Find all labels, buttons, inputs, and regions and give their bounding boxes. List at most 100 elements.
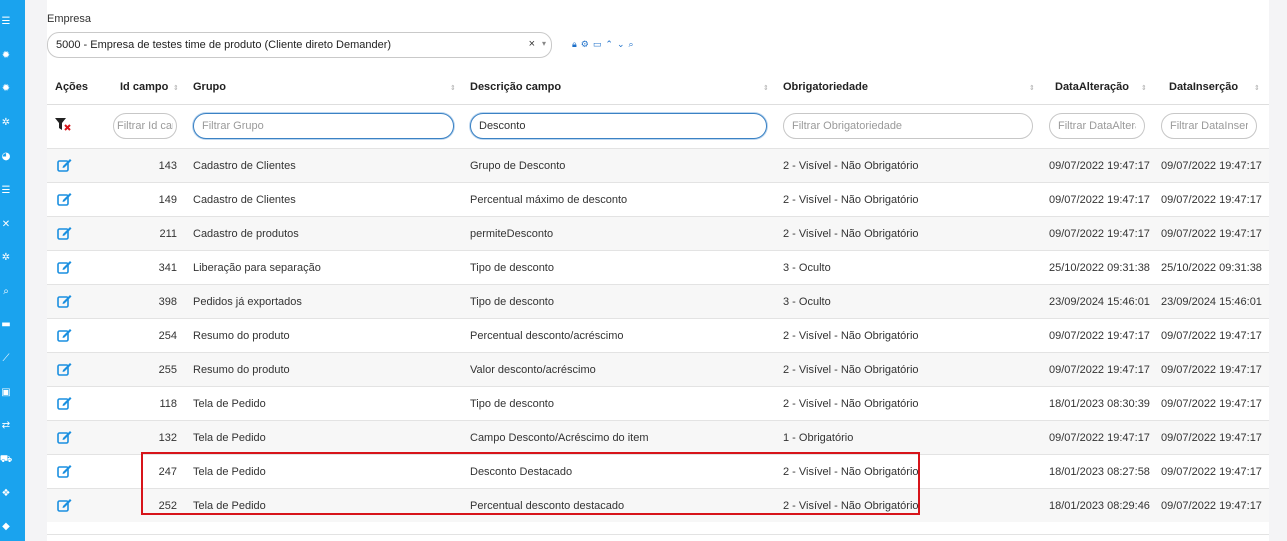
cell-data-alteracao: 09/07/2022 19:47:17 bbox=[1049, 228, 1150, 240]
empresa-select[interactable]: 5000 - Empresa de testes time de produto… bbox=[47, 32, 552, 58]
table-row: 398 Pedidos já exportados Tipo de desconto… bbox=[47, 284, 1269, 318]
header-grupo[interactable]: Grupo bbox=[193, 81, 226, 93]
cell-descricao: Campo Desconto/Acréscimo do item bbox=[470, 432, 649, 444]
edit-icon[interactable] bbox=[57, 396, 72, 410]
cell-grupo: Cadastro de produtos bbox=[193, 228, 299, 240]
gear-icon[interactable]: ✹ bbox=[0, 83, 12, 95]
filter-id-campo[interactable] bbox=[113, 113, 177, 139]
exchange-icon[interactable]: ⇄ bbox=[0, 420, 12, 432]
clear-filter-icon[interactable] bbox=[55, 118, 71, 132]
cell-data-alteracao: 18/01/2023 08:30:39 bbox=[1049, 398, 1150, 410]
comment-icon[interactable]: ▭ bbox=[593, 40, 602, 50]
gears-icon[interactable]: ✲ bbox=[0, 117, 12, 129]
gears-icon[interactable]: ✲ bbox=[0, 252, 12, 264]
cell-grupo: Cadastro de Clientes bbox=[193, 160, 296, 172]
lock-icon[interactable]: 🔒︎ bbox=[572, 40, 577, 50]
cell-id-campo: 118 bbox=[159, 398, 177, 410]
edit-icon[interactable] bbox=[57, 158, 72, 172]
search-icon[interactable]: ⌕ bbox=[0, 286, 12, 298]
cell-data-insercao: 09/07/2022 19:47:17 bbox=[1161, 194, 1262, 206]
table-row: 149 Cadastro de Clientes Percentual máximo… bbox=[47, 182, 1269, 216]
cell-id-campo: 247 bbox=[158, 466, 177, 478]
expand-icon[interactable]: ✕ bbox=[0, 219, 12, 231]
cell-data-insercao: 23/09/2024 15:46:01 bbox=[1161, 296, 1262, 308]
filter-data-alteracao[interactable] bbox=[1049, 113, 1145, 139]
header-descricao-campo[interactable]: Descrição campo bbox=[470, 81, 561, 93]
money-icon[interactable]: ▣ bbox=[0, 387, 12, 399]
cell-grupo: Resumo do produto bbox=[193, 364, 290, 376]
table-row: 254 Resumo do produto Percentual desconto/… bbox=[47, 318, 1269, 352]
chevron-down-icon[interactable]: ▾ bbox=[542, 39, 546, 48]
chevrons-up-icon[interactable]: ⌃ bbox=[605, 40, 613, 50]
chevrons-down-icon[interactable]: ⌄ bbox=[617, 40, 625, 50]
header-id-campo[interactable]: Id campo bbox=[120, 81, 168, 93]
cell-descricao: Valor desconto/acréscimo bbox=[470, 364, 596, 376]
list-icon[interactable]: ☰ bbox=[0, 16, 12, 28]
sort-icon[interactable]: ⇕ bbox=[1029, 84, 1035, 92]
sort-icon[interactable]: ⇕ bbox=[1141, 84, 1147, 92]
cell-id-campo: 255 bbox=[158, 364, 177, 376]
cell-id-campo: 254 bbox=[158, 330, 177, 342]
pie-chart-icon[interactable]: ◕ bbox=[0, 151, 12, 163]
cell-descricao: Tipo de desconto bbox=[470, 296, 554, 308]
cell-grupo: Cadastro de Clientes bbox=[193, 194, 296, 206]
sort-icon[interactable]: ⇕ bbox=[450, 84, 456, 92]
edit-icon[interactable] bbox=[57, 294, 72, 308]
cell-grupo: Tela de Pedido bbox=[193, 398, 266, 410]
cell-grupo: Pedidos já exportados bbox=[193, 296, 302, 308]
sort-icon[interactable]: ⇕ bbox=[1254, 84, 1260, 92]
table-row: 118 Tela de Pedido Tipo de desconto 2 - Vis… bbox=[47, 386, 1269, 420]
cell-data-insercao: 09/07/2022 19:47:17 bbox=[1161, 330, 1262, 342]
gear-icon[interactable]: ✹ bbox=[0, 50, 12, 62]
header-acoes: Ações bbox=[55, 81, 89, 93]
cell-data-alteracao: 18/01/2023 08:27:58 bbox=[1049, 466, 1150, 478]
cell-data-alteracao: 09/07/2022 19:47:17 bbox=[1049, 194, 1150, 206]
edit-icon[interactable] bbox=[57, 328, 72, 342]
search-icon[interactable]: ⌕ bbox=[628, 40, 633, 50]
edit-icon[interactable] bbox=[57, 362, 72, 376]
filter-data-insercao[interactable] bbox=[1161, 113, 1257, 139]
cell-grupo: Liberação para separação bbox=[193, 262, 321, 274]
header-data-insercao[interactable]: DataInserção bbox=[1169, 81, 1238, 93]
cart-icon[interactable]: ⛟ bbox=[0, 454, 12, 466]
edit-icon[interactable] bbox=[57, 260, 72, 274]
cell-descricao: Tipo de desconto bbox=[470, 398, 554, 410]
empresa-label: Empresa bbox=[47, 13, 92, 25]
gears-icon[interactable]: ⚙ bbox=[581, 40, 589, 50]
cell-id-campo: 132 bbox=[158, 432, 177, 444]
table-row: 143 Cadastro de Clientes Grupo de Desconto… bbox=[47, 148, 1269, 182]
table-row: 132 Tela de Pedido Campo Desconto/Acréscim… bbox=[47, 420, 1269, 454]
cell-descricao: Percentual desconto destacado bbox=[470, 500, 625, 512]
filter-obrigatoriedade[interactable] bbox=[783, 113, 1033, 139]
cell-obrigatoriedade: 2 - Visível - Não Obrigatório bbox=[783, 228, 919, 240]
filter-descricao[interactable] bbox=[470, 113, 767, 139]
cell-data-alteracao: 18/01/2023 08:29:46 bbox=[1049, 500, 1150, 512]
cell-obrigatoriedade: 2 - Visível - Não Obrigatório bbox=[783, 364, 919, 376]
edit-icon[interactable] bbox=[57, 226, 72, 240]
cell-data-insercao: 09/07/2022 19:47:17 bbox=[1161, 432, 1262, 444]
edit-icon[interactable] bbox=[57, 464, 72, 478]
diamond-icon[interactable]: ◆ bbox=[0, 521, 12, 533]
edit-icon[interactable] bbox=[57, 498, 72, 512]
edit-icon[interactable] bbox=[57, 192, 72, 206]
cell-obrigatoriedade: 2 - Visível - Não Obrigatório bbox=[783, 160, 919, 172]
cell-data-insercao: 09/07/2022 19:47:17 bbox=[1161, 500, 1262, 512]
table-bottom-border bbox=[47, 534, 1269, 535]
filter-grupo[interactable] bbox=[193, 113, 454, 139]
cell-data-alteracao: 09/07/2022 19:47:17 bbox=[1049, 160, 1150, 172]
sort-icon[interactable]: ⇕ bbox=[763, 84, 769, 92]
cell-data-insercao: 09/07/2022 19:47:17 bbox=[1161, 160, 1262, 172]
header-data-alteracao[interactable]: DataAlteração bbox=[1055, 81, 1129, 93]
header-obrigatoriedade[interactable]: Obrigatoriedade bbox=[783, 81, 868, 93]
line-chart-icon[interactable]: ⟋ bbox=[0, 353, 12, 365]
table-row: 247 Tela de Pedido Desconto Destacado 2 - V… bbox=[47, 454, 1269, 488]
edit-icon[interactable] bbox=[57, 430, 72, 444]
list-icon[interactable]: ☰ bbox=[0, 185, 12, 197]
clear-selection-icon[interactable]: × bbox=[529, 38, 535, 50]
sort-icon[interactable]: ⇕ bbox=[173, 84, 179, 92]
cell-data-insercao: 09/07/2022 19:47:17 bbox=[1161, 398, 1262, 410]
briefcase-icon[interactable]: ▬ bbox=[0, 319, 12, 331]
handshake-icon[interactable]: ❖ bbox=[0, 488, 12, 500]
cell-grupo: Tela de Pedido bbox=[193, 466, 266, 478]
cell-data-insercao: 25/10/2022 09:31:38 bbox=[1161, 262, 1262, 274]
